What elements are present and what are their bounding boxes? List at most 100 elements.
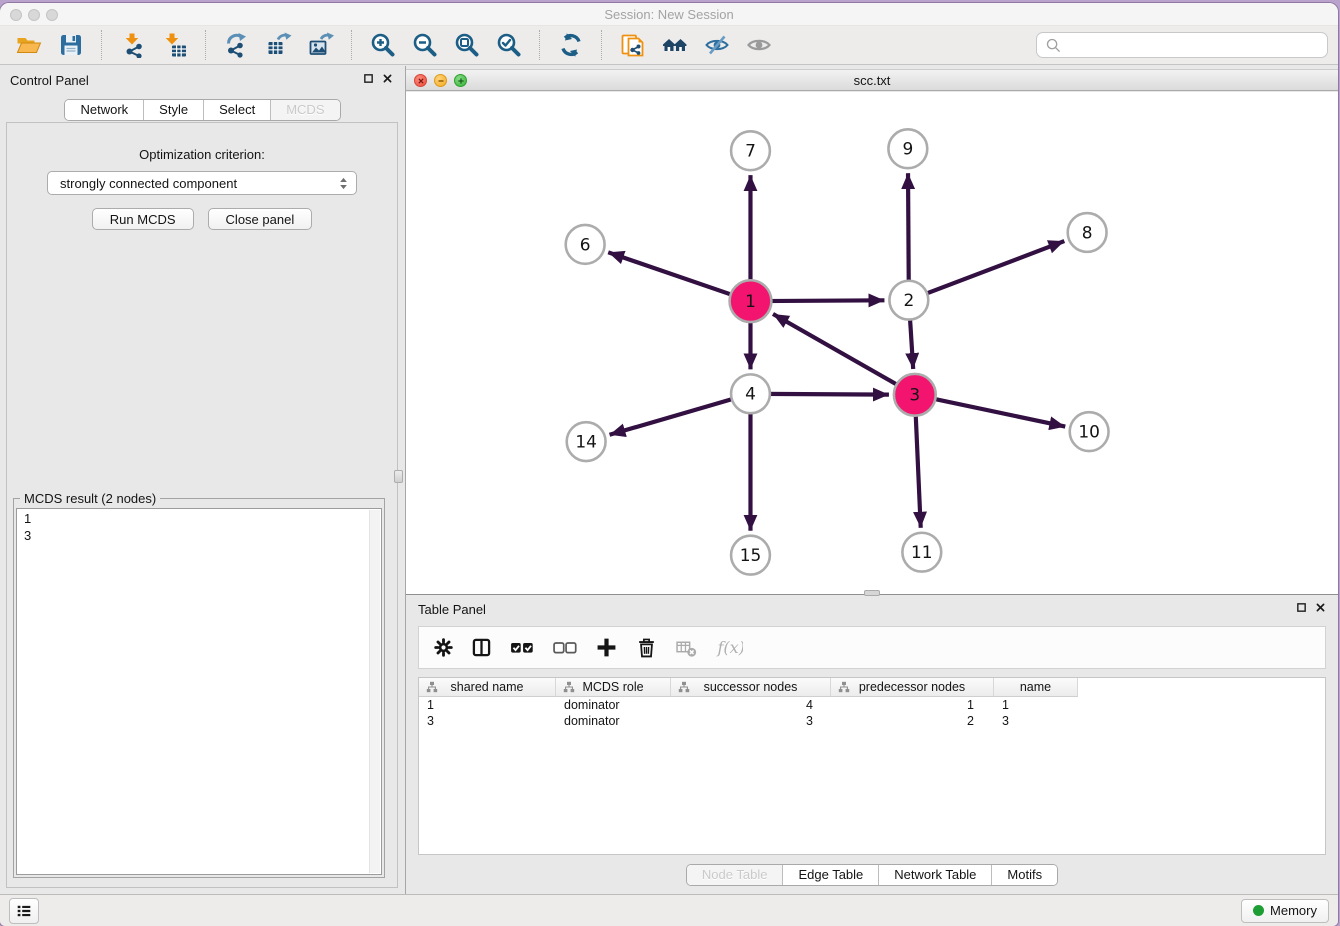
node-8[interactable]: 8 [1068,213,1107,252]
plus-icon [596,637,617,658]
export-network-button[interactable] [218,29,255,61]
export-image-button[interactable] [302,29,339,61]
horizontal-splitter-handle[interactable] [864,590,880,596]
zoom-out-button[interactable] [406,29,443,61]
zoom-fit-button[interactable] [448,29,485,61]
network-close-button[interactable] [414,74,427,87]
export-table-button[interactable] [260,29,297,61]
node-label: 9 [902,139,913,159]
edge-2-8[interactable] [909,241,1064,300]
network-graph-svg[interactable]: 1 2 3 4 6 7 8 9 10 11 14 15 [406,92,1338,594]
tab-edge-table[interactable]: Edge Table [782,865,878,885]
window-minimize-button[interactable] [28,9,40,21]
column-header-label: name [1020,680,1051,694]
table-cell: 2 [831,713,994,729]
node-7[interactable]: 7 [731,131,770,170]
node-14[interactable]: 14 [567,422,606,461]
node-1[interactable]: 1 [730,280,772,322]
import-network-button[interactable] [114,29,151,61]
deselect-all-rows-button[interactable] [553,640,577,655]
node-11[interactable]: 11 [902,533,941,572]
table-body: 1dominator4113dominator323 [419,697,1325,729]
table-row[interactable]: 1dominator411 [419,697,1325,713]
tab-select[interactable]: Select [203,100,270,120]
network-window-titlebar: scc.txt [406,69,1338,91]
toolbar-separator [601,30,602,60]
column-header-shared-name[interactable]: shared name [419,678,556,697]
tab-style[interactable]: Style [143,100,203,120]
table-cell: 3 [671,713,831,729]
tab-node-table[interactable]: Node Table [687,865,783,885]
column-header-successor-nodes[interactable]: successor nodes [671,678,831,697]
refresh-network-button[interactable] [552,29,589,61]
table-panel-close-button[interactable] [1315,602,1326,613]
network-canvas[interactable]: 1 2 3 4 6 7 8 9 10 11 14 15 [406,92,1338,594]
maximize-icon [456,76,466,86]
close-panel-button[interactable]: Close panel [208,208,313,230]
tab-network-table[interactable]: Network Table [878,865,991,885]
open-file-button[interactable] [10,29,47,61]
home-view-button[interactable] [656,29,693,61]
tab-motifs[interactable]: Motifs [991,865,1057,885]
memory-button[interactable]: Memory [1241,899,1329,923]
optimization-criterion-value: strongly connected component [60,176,337,191]
show-graphics-details-button[interactable] [740,29,777,61]
column-header-predecessor-nodes[interactable]: predecessor nodes [831,678,994,697]
zoom-in-button[interactable] [364,29,401,61]
node-4[interactable]: 4 [731,374,770,413]
node-2[interactable]: 2 [889,281,928,320]
optimization-criterion-select[interactable]: strongly connected component [47,171,357,195]
edge-3-1[interactable] [773,314,915,395]
node-label: 7 [745,141,756,161]
node-label: 3 [909,385,920,405]
node-9[interactable]: 9 [888,129,927,168]
tab-network[interactable]: Network [65,100,143,120]
table-row[interactable]: 3dominator323 [419,713,1325,729]
select-all-rows-button[interactable] [510,640,534,655]
node-3[interactable]: 3 [894,374,936,416]
right-area: scc.txt 1234678910111415 Table Panel [406,66,1338,894]
session-title: Session: New Session [0,3,1338,26]
list-icon [15,902,33,920]
control-panel-float-button[interactable] [363,73,374,84]
table-cell: 1 [831,697,994,713]
tab-mcds[interactable]: MCDS [270,100,339,120]
network-minimize-button[interactable] [434,74,447,87]
table-panel-float-button[interactable] [1296,602,1307,613]
network-file-button[interactable] [614,29,651,61]
delete-columns-button[interactable] [636,637,657,658]
import-table-button[interactable] [156,29,193,61]
search-input[interactable] [1067,38,1319,53]
node-6[interactable]: 6 [566,225,605,264]
network-window: scc.txt 1 2 3 4 6 7 8 9 10 11 14 15 [406,66,1338,595]
network-file-icon [620,32,646,58]
node-10[interactable]: 10 [1070,412,1109,451]
add-column-button[interactable] [596,637,617,658]
fx-icon [716,638,743,658]
network-maximize-button[interactable] [454,74,467,87]
hide-graphics-details-button[interactable] [698,29,735,61]
edge-4-3[interactable] [750,394,888,395]
mcds-result-textarea[interactable]: 13 [16,508,382,875]
window-zoom-button[interactable] [46,9,58,21]
edge-1-6[interactable] [608,252,750,301]
search-box[interactable] [1036,32,1328,58]
zoom-selected-button[interactable] [490,29,527,61]
table-options-button[interactable] [434,638,453,657]
panel-splitter-handle[interactable] [394,470,403,483]
run-mcds-button[interactable]: Run MCDS [92,208,194,230]
control-panel-close-button[interactable] [382,73,393,84]
column-header-mcds-role[interactable]: MCDS role [556,678,671,697]
node-15[interactable]: 15 [731,536,770,575]
result-scrollbar[interactable] [369,510,380,873]
edge-3-10[interactable] [915,395,1065,427]
show-columns-button[interactable] [472,638,491,657]
edge-4-14[interactable] [610,394,751,435]
toolbar-separator [539,30,540,60]
column-header-name[interactable]: name [994,678,1078,697]
save-icon [58,32,84,58]
save-session-button[interactable] [52,29,89,61]
table-tabs: Node TableEdge TableNetwork TableMotifs [406,864,1338,886]
task-history-button[interactable] [9,898,39,924]
window-close-button[interactable] [10,9,22,21]
